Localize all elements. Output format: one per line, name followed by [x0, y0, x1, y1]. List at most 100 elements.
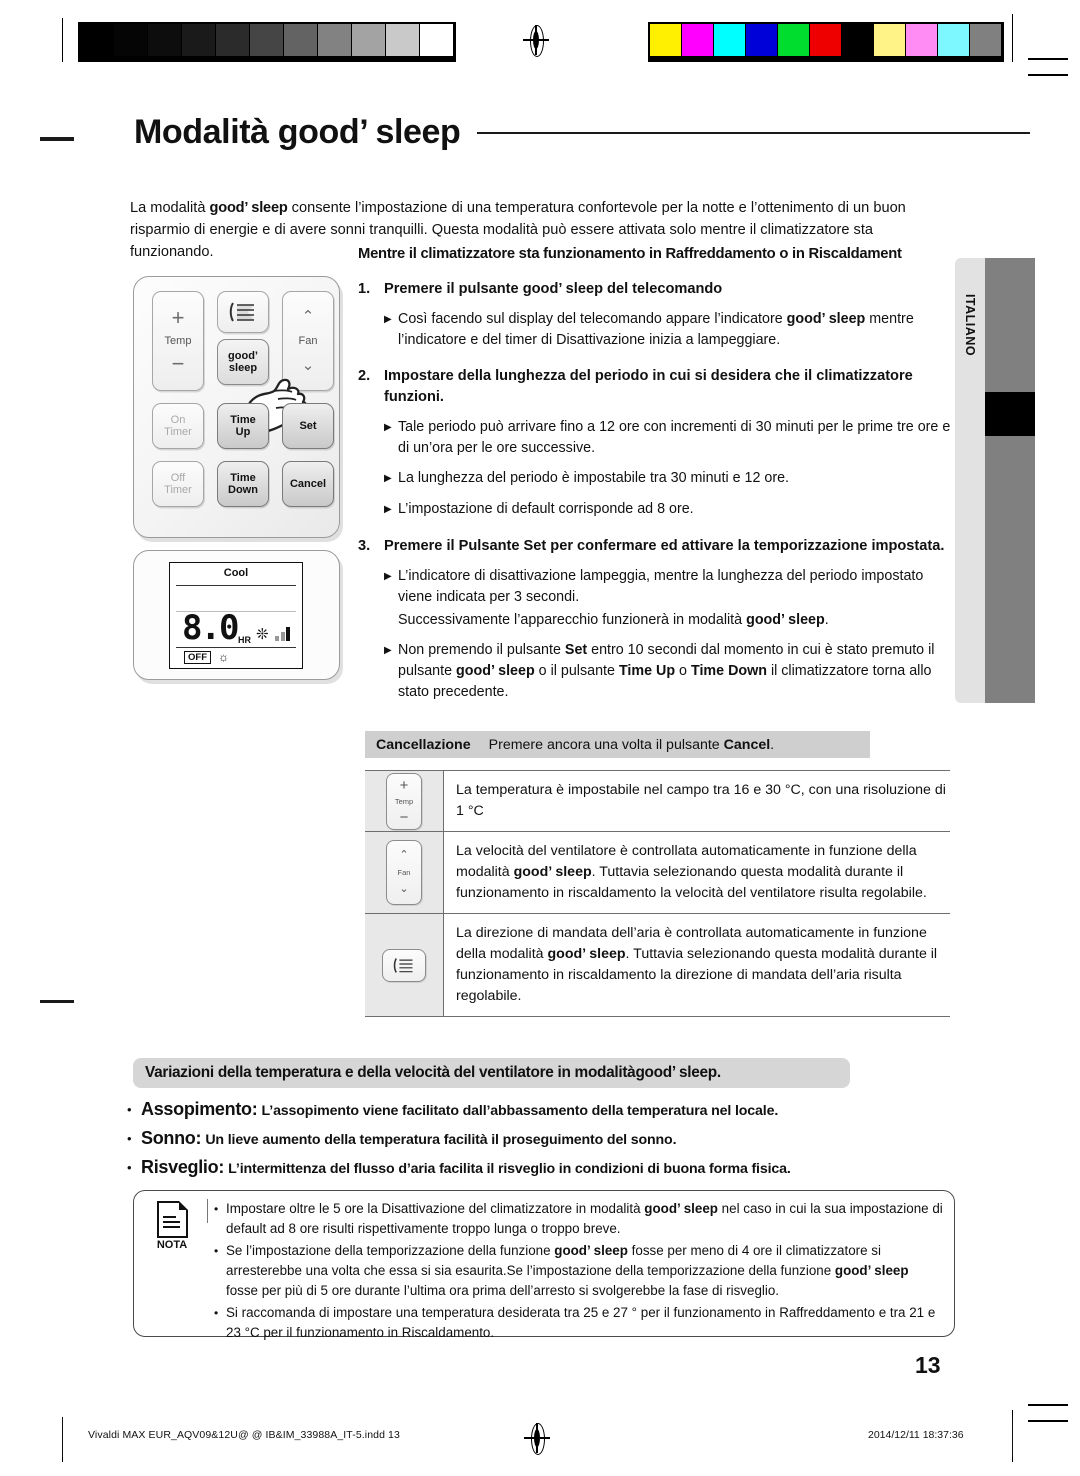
bullet-triangle-icon: ▶	[384, 473, 392, 484]
step-1-number: 1.	[358, 281, 371, 297]
variazioni-list: • Assopimento: L’assopimento viene facil…	[127, 1096, 987, 1183]
table-row-text: La velocità del ventilatore è controllat…	[456, 843, 927, 901]
variazioni-item-2-key: Risveglio:	[141, 1157, 225, 1177]
page-number: 13	[915, 1352, 941, 1378]
on-timer-button[interactable]: On Timer	[152, 403, 204, 449]
step-2-bullet-1: ▶ Tale periodo può arrivare fino a 12 or…	[384, 417, 958, 459]
bullet-dot-icon: •	[214, 1306, 219, 1320]
lcd-unit: HR	[238, 635, 251, 645]
page-title-brand: good’ sleep	[277, 113, 461, 151]
footer-file-info: Vivaldi MAX EUR_AQV09&12U@ @ IB&IM_33988…	[88, 1429, 400, 1441]
step-2-text: Impostare della lunghezza del periodo in…	[384, 368, 913, 405]
step-3: 3. Premere il Pulsante Set per confermar…	[358, 536, 958, 557]
language-tab-bar	[985, 258, 1035, 703]
page-title-main: Modalità	[134, 113, 269, 151]
time-down-button[interactable]: Time Down	[217, 461, 269, 507]
variazioni-item-2-value: L’intermittenza del flusso d’aria facili…	[228, 1161, 791, 1177]
variazioni-band-pre: Variazioni della temperatura e della vel…	[145, 1064, 636, 1081]
grayscale-calibration-bar	[78, 22, 456, 62]
bullet-triangle-icon: ▶	[384, 422, 392, 433]
lcd-off-badge: OFF	[184, 651, 211, 664]
step-2-bullet-3: ▶ L’impostazione di default corrisponde …	[384, 499, 958, 521]
step-2-bullet-2: ▶ La lunghezza del periodo è impostabile…	[384, 468, 958, 490]
step-1-bullet-1: ▶ Così facendo sul display del telecoman…	[384, 309, 958, 351]
step-3-bullet-2-text: Non premendo il pulsante Set entro 10 se…	[398, 642, 935, 700]
on-timer-line2: Timer	[164, 426, 192, 438]
nota-divider	[207, 1199, 209, 1223]
cancel-button[interactable]: Cancel	[282, 461, 334, 507]
footer-rule-left	[62, 1417, 63, 1457]
temp-button[interactable]: + Temp −	[152, 291, 204, 391]
crop-mark-right-h3	[1028, 1404, 1068, 1406]
temp-mini-plus: +	[399, 776, 409, 794]
feature-table: + Temp − La temperatura è impostabile ne…	[365, 770, 950, 1017]
temp-mini-label: Temp	[394, 796, 414, 806]
page-title: Modalità good’ sleep	[134, 108, 461, 156]
fan-mini-up: ⌃	[399, 849, 409, 861]
off-timer-line2: Timer	[164, 484, 192, 496]
bullet-dot-icon: •	[127, 1102, 132, 1117]
variazioni-band-brand: good’ sleep	[635, 1064, 717, 1081]
step-2-bullet-2-text: La lunghezza del periodo è impostabile t…	[398, 470, 790, 486]
left-margin-dash	[40, 1000, 74, 1003]
step-3-number: 3.	[358, 538, 371, 554]
color-calibration-bar	[648, 22, 1004, 62]
remote-control-illustration: + Temp − ⌃ Fan ⌄ good’ sleep On Timer Ti…	[133, 276, 340, 538]
cancellation-label: Cancellazione	[376, 736, 471, 753]
bullet-dot-icon: •	[214, 1244, 219, 1258]
section-heading: Mentre il climatizzatore sta funzionamen…	[358, 246, 902, 262]
remote-lcd-illustration: Cool 8.0 HR ❊ OFF ☼	[133, 550, 340, 680]
list-item: • Assopimento: L’assopimento viene facil…	[127, 1096, 987, 1125]
variazioni-item-1-key: Sonno:	[141, 1128, 202, 1148]
registration-target-icon-top	[523, 25, 549, 57]
fan-up-label: ⌃	[301, 308, 315, 325]
language-tab-marker	[985, 392, 1035, 436]
language-tab-label: ITALIANO	[963, 293, 977, 357]
lcd-divider-3	[176, 647, 296, 648]
print-calibration-strip	[0, 22, 1080, 62]
step-2-number: 2.	[358, 368, 371, 384]
time-up-button[interactable]: Time Up	[217, 403, 269, 449]
step-3-plain-note: Successivamente l’apparecchio funzionerà…	[398, 612, 829, 628]
bullet-triangle-icon: ▶	[384, 314, 392, 325]
fan-button-icon: ⌃ Fan ⌄	[365, 832, 444, 913]
bullet-dot-icon: •	[214, 1202, 219, 1216]
time-down-line1: Time	[230, 472, 256, 484]
temp-button-icon: + Temp −	[365, 771, 444, 831]
swing-glyph	[393, 957, 413, 973]
footer-timestamp: 2014/12/11 18:37:36	[868, 1429, 964, 1441]
step-3-text: Premere il Pulsante Set per confermare e…	[384, 538, 945, 554]
good-sleep-moon-icon: ☼	[218, 650, 229, 664]
set-button[interactable]: Set	[282, 403, 334, 449]
time-up-line2: Up	[235, 426, 251, 438]
step-3-bullet-2: ▶ Non premendo il pulsante Set entro 10 …	[384, 640, 958, 703]
manual-page: Modalità good’ sleep La modalità good’ s…	[0, 0, 1080, 1476]
table-row: ⌃ Fan ⌄ La velocità del ventilatore è co…	[365, 832, 950, 914]
sidebar-item-italiano[interactable]: ITALIANO	[955, 258, 985, 703]
swing-glyph	[229, 302, 254, 322]
crop-mark-right-h4	[1028, 1420, 1068, 1422]
table-row-text: La direzione di mandata dell’aria è cont…	[456, 925, 938, 1004]
swing-mini-button	[382, 948, 426, 982]
off-timer-button[interactable]: Off Timer	[152, 461, 204, 507]
swing-icon[interactable]	[217, 291, 269, 333]
bullet-triangle-icon: ▶	[384, 571, 392, 582]
nota-label: NOTA	[156, 1239, 188, 1251]
on-timer-line1: On	[170, 414, 186, 426]
title-rule	[477, 132, 1030, 134]
cancel-label: Cancel	[289, 478, 327, 490]
lcd-mode-label: Cool	[223, 567, 249, 579]
step-3-bullet-1: ▶ L’indicatore di disattivazione lampegg…	[384, 566, 958, 608]
table-row: La direzione di mandata dell’aria è cont…	[365, 914, 950, 1017]
registration-target-icon-bottom	[524, 1423, 550, 1455]
step-3-bullet-1-text: L’indicatore di disattivazione lampeggia…	[398, 568, 924, 605]
list-item: • Risveglio: L’intermittenza del flusso …	[127, 1154, 987, 1183]
temp-plus-label: +	[171, 305, 185, 330]
lcd-fan-speed-bars	[275, 625, 290, 641]
step-1-post: del telecomando	[602, 281, 723, 297]
intro-lead: La modalità	[130, 199, 210, 216]
temp-mini-button: + Temp −	[386, 772, 422, 830]
title-dash	[40, 137, 74, 141]
footer-rule-right	[1012, 1417, 1013, 1457]
page-title-block: Modalità good’ sleep	[40, 113, 1040, 170]
